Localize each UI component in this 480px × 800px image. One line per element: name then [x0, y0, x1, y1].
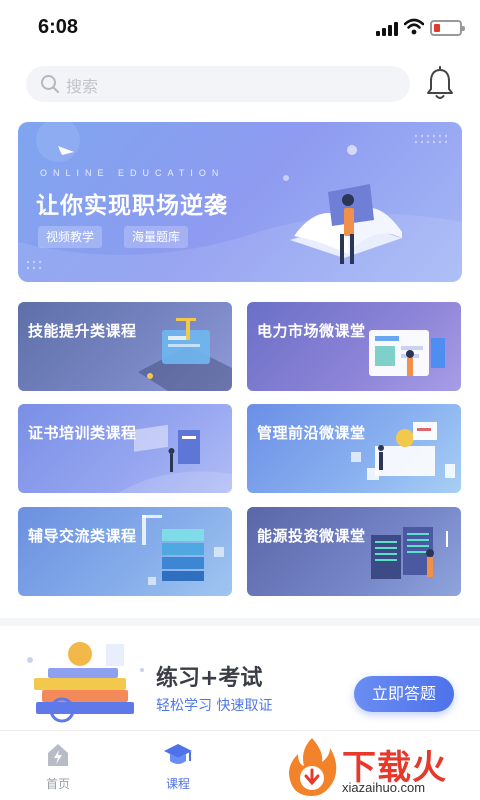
- card-illustration: [369, 330, 445, 376]
- watermark: 下载火 xiazaihuo.com: [280, 734, 480, 800]
- graduation-cap-icon: [164, 744, 192, 764]
- search-input[interactable]: 搜索: [26, 66, 410, 102]
- signal-icon: [376, 22, 398, 36]
- course-card-energy-investment[interactable]: 能源投资微课堂: [247, 507, 461, 596]
- status-time: 6:08: [38, 16, 79, 38]
- tab-label: 首页: [45, 777, 70, 791]
- tab-label: 课程: [165, 777, 190, 791]
- search-icon: [41, 75, 59, 93]
- card-title: 证书培训类课程: [28, 424, 137, 442]
- card-illustration: [351, 422, 455, 480]
- card-illustration: [142, 515, 224, 585]
- course-card-management[interactable]: 管理前沿微课堂: [247, 404, 461, 493]
- banner-title: 让你实现职场逆袭: [36, 193, 228, 219]
- card-title: 电力市场微课堂: [257, 322, 366, 340]
- promo-title: 练习+考试: [156, 666, 263, 691]
- section-divider: [0, 618, 480, 626]
- wifi-icon: [404, 18, 424, 35]
- card-title: 管理前沿微课堂: [257, 424, 366, 442]
- banner-tag-video: 视频教学: [38, 226, 103, 248]
- course-card-tutoring[interactable]: 辅导交流类课程: [18, 507, 232, 596]
- status-bar: 6:08: [0, 0, 480, 56]
- card-illustration: [118, 424, 232, 493]
- banner-subtitle: ONLINE EDUCATION: [40, 168, 225, 178]
- card-title: 技能提升类课程: [28, 322, 137, 340]
- search-placeholder: 搜索: [66, 77, 99, 96]
- books-illustration: [27, 642, 144, 723]
- start-answering-button[interactable]: 立即答题: [354, 676, 454, 712]
- card-title: 辅导交流类课程: [28, 527, 137, 545]
- watermark-url: xiazaihuo.com: [342, 780, 426, 795]
- battery-icon: [430, 20, 465, 36]
- card-title: 能源投资微课堂: [257, 527, 366, 545]
- tab-courses[interactable]: 课程: [148, 739, 208, 795]
- home-icon: [48, 744, 68, 766]
- course-card-power-market[interactable]: 电力市场微课堂: [247, 302, 461, 391]
- card-illustration: [371, 527, 448, 579]
- bell-icon[interactable]: [424, 66, 456, 102]
- promo-subtitle: 轻松学习 快速取证: [156, 698, 273, 714]
- card-illustration: [138, 318, 232, 391]
- banner-tag-question-bank: 海量题库: [124, 226, 189, 248]
- fire-logo-icon: [289, 738, 337, 796]
- tab-home[interactable]: 首页: [28, 739, 88, 795]
- course-card-skill[interactable]: 技能提升类课程: [18, 302, 232, 391]
- course-card-certificate[interactable]: 证书培训类课程: [18, 404, 232, 493]
